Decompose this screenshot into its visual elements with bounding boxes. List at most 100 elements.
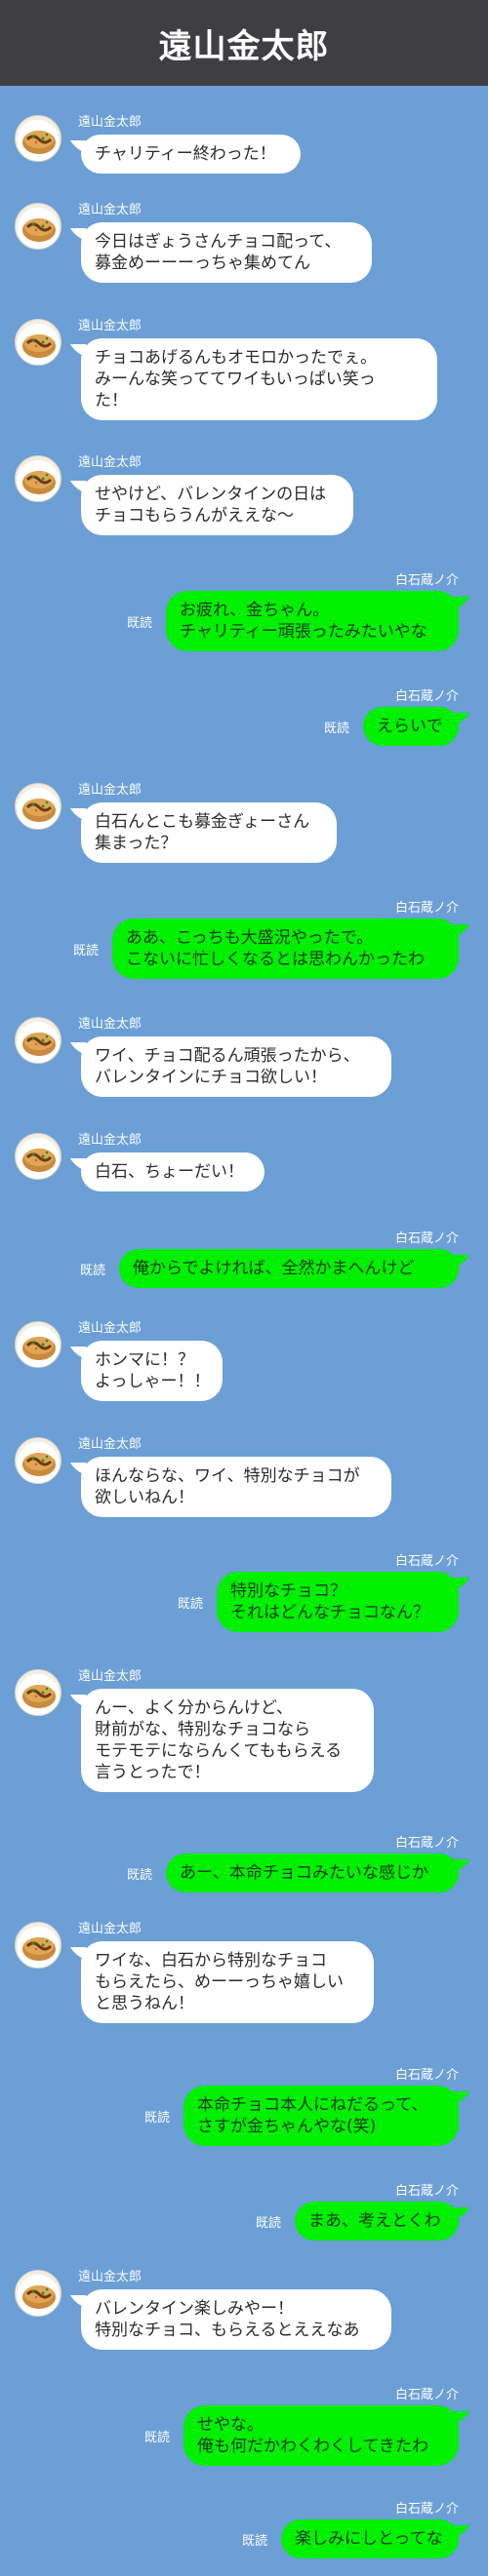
message-text-line: せやな。 [197,2415,264,2435]
read-receipt: 既読 [79,1264,105,1278]
outgoing-message-bubble[interactable]: せやな。俺も何だかわくわくしてきたわ [183,2405,459,2466]
takoyaki-icon[interactable] [15,2270,61,2317]
message-text-line: お疲れ、金ちゃん。 [180,601,330,620]
sender-name: 遠山金太郎 [78,455,142,470]
sender-name: 遠山金太郎 [78,203,142,217]
sender-name: 白石蔵ノ介 [394,1231,459,1246]
message-text-line: 白石、ちょーだい！ [95,1162,244,1182]
read-receipt: 既読 [255,2216,281,2231]
takoyaki-icon[interactable] [15,1133,61,1180]
outgoing-message-bubble[interactable]: 特別なチョコ？ それはどんなチョコなん？ [217,1572,459,1632]
message-text-line: た！ [95,391,128,410]
sender-name: 遠山金太郎 [78,319,142,333]
sender-name: 遠山金太郎 [78,1017,142,1032]
incoming-message-bubble[interactable]: んー、よく分からんけど、 財前がな、特別なチョコなら モテモテにならんくてももらえる… [81,1689,374,1792]
message-text-line: ああ、こっちも大盛況やったで。 [126,928,374,948]
takoyaki-icon[interactable] [15,1922,61,1969]
message-text-line: それはどんなチョコなん？ [230,1603,429,1622]
incoming-message-bubble[interactable]: 今日はぎょうさんチョコ配って、 募金めーーーっちゃ集めてん [81,222,372,283]
message-text-line: モテモテにならんくてももらえる [95,1741,343,1761]
read-receipt: 既読 [177,1597,203,1612]
message-text-line: 集まった？ [95,834,178,853]
outgoing-message-bubble[interactable]: 俺からでよければ、全然かまへんけど [119,1249,459,1288]
takoyaki-icon[interactable] [15,1321,61,1368]
read-receipt: 既読 [143,2111,170,2126]
message-text-line: 特別なチョコ？ [230,1581,346,1601]
sender-name: 遠山金太郎 [78,783,142,798]
takoyaki-icon[interactable] [15,455,61,502]
message-text-line: 俺からでよければ、全然かまへんけど [133,1259,415,1278]
sender-name: 白石蔵ノ介 [394,689,459,704]
takoyaki-icon[interactable] [15,115,61,162]
message-text-line: ワイ、チョコ配るん頑張ったから、 [95,1046,360,1066]
message-text-line: さすが金ちゃんやな(笑) [197,2117,377,2136]
message-text-line: 本命チョコ本人にねだるって、 [197,2095,428,2115]
takoyaki-icon[interactable] [15,1669,61,1716]
incoming-message-bubble[interactable]: バレンタイン楽しみやー！ 特別なチョコ、もらえるとええなあ [81,2289,391,2350]
message-text-line: もらえたら、めーーっちゃ嬉しい [95,1972,344,1992]
outgoing-message-bubble[interactable]: ああ、こっちも大盛況やったで。こないに忙しくなるとは思わんかったわ [112,918,459,979]
outgoing-message-bubble[interactable]: えらいで [363,707,459,746]
message-text-line: みーんな笑っててワイもいっぱい笑っ [95,370,376,389]
sender-name: 遠山金太郎 [78,1437,142,1452]
read-receipt: 既読 [143,2431,170,2445]
message-text-line: 今日はぎょうさんチョコ配って、 [95,232,342,252]
message-text-line: ほんならな、ワイ、特別なチョコが [95,1466,360,1486]
message-text-line: チャリティー終わった！ [95,144,276,164]
sender-name: 白石蔵ノ介 [394,1554,459,1569]
incoming-message-bubble[interactable]: ワイな、白石から特別なチョコ もらえたら、めーーっちゃ嬉しい と思うねん！ [81,1941,374,2023]
incoming-message-bubble[interactable]: 白石、ちょーだい！ [81,1152,264,1191]
sender-name: 遠山金太郎 [78,1133,142,1148]
takoyaki-icon[interactable] [15,1437,61,1484]
takoyaki-icon[interactable] [15,203,61,250]
message-text-line: 俺も何だかわくわくしてきたわ [197,2437,428,2456]
incoming-message-bubble[interactable]: ワイ、チョコ配るん頑張ったから、 バレンタインにチョコ欲しい！ [81,1036,391,1097]
message-text-line: よっしゃー！！ [95,1372,211,1391]
message-text-line: まあ、考えとくわ [308,2211,441,2231]
incoming-message-bubble[interactable]: せやけど、バレンタインの日は チョコもらうんがええな〜 [81,475,353,535]
sender-name: 白石蔵ノ介 [394,2502,459,2517]
message-text-line: こないに忙しくなるとは思わんかったわ [126,950,425,969]
incoming-message-bubble[interactable]: ホンマに！？ よっしゃー！！ [81,1341,223,1401]
message-text-line: んー、よく分からんけど、 [95,1698,293,1718]
sender-name: 白石蔵ノ介 [394,2184,459,2199]
sender-name: 白石蔵ノ介 [394,2388,459,2402]
outgoing-message-bubble[interactable]: お疲れ、金ちゃん。チャリティー頑張ったみたいやな [166,591,459,651]
outgoing-message-bubble[interactable]: まあ、考えとくわ [295,2202,459,2241]
incoming-message-bubble[interactable]: 白石んとこも募金ぎょーさん 集まった？ [81,802,337,863]
message-text-line: バレンタイン楽しみやー！ [95,2299,294,2319]
takoyaki-icon[interactable] [15,783,61,830]
message-text-line: えらいで [377,717,443,736]
message-text-line: あー、本命チョコみたいな感じか [180,1863,428,1883]
incoming-message-bubble[interactable]: チャリティー終わった！ [81,135,301,174]
message-text-line: ワイな、白石から特別なチョコ [95,1951,327,1971]
takoyaki-icon[interactable] [15,1017,61,1064]
outgoing-message-bubble[interactable]: 楽しみにしとってな [281,2519,459,2558]
read-receipt: 既読 [241,2534,267,2549]
sender-name: 遠山金太郎 [78,1669,142,1684]
chat-header: 遠山金太郎 [0,0,488,86]
chat-title: 遠山金太郎 [158,26,330,66]
message-text-line: チョコもらうんがええな〜 [95,506,294,526]
message-text-line: 白石んとこも募金ぎょーさん [95,812,310,832]
sender-name: 白石蔵ノ介 [394,2068,459,2083]
incoming-message-bubble[interactable]: チョコあげるんもオモロかったでぇ。 みーんな笑っててワイもいっぱい笑っ た！ [81,338,437,420]
sender-name: 白石蔵ノ介 [394,573,459,588]
outgoing-message-bubble[interactable]: あー、本命チョコみたいな感じか [166,1854,459,1893]
message-text-line: 特別なチョコ、もらえるとええなあ [95,2321,360,2340]
incoming-message-bubble[interactable]: ほんならな、ワイ、特別なチョコが 欲しいねん！ [81,1457,391,1517]
message-text-line: チャリティー頑張ったみたいやな [180,622,427,642]
message-text-line: ホンマに！？ [95,1350,194,1370]
message-text-line: チョコあげるんもオモロかったでぇ。 [95,348,377,368]
message-text-line: 楽しみにしとってな [295,2529,443,2549]
read-receipt: 既読 [72,944,99,958]
outgoing-message-bubble[interactable]: 本命チョコ本人にねだるって、 さすが金ちゃんやな(笑) [183,2086,459,2146]
sender-name: 遠山金太郎 [78,2270,142,2284]
read-receipt: 既読 [126,1868,152,1883]
message-text-line: 募金めーーーっちゃ集めてん [95,254,310,273]
read-receipt: 既読 [126,616,152,631]
sender-name: 白石蔵ノ介 [394,1836,459,1851]
sender-name: 白石蔵ノ介 [394,901,459,916]
takoyaki-icon[interactable] [15,319,61,366]
message-text-line: 欲しいねん！ [95,1488,194,1507]
